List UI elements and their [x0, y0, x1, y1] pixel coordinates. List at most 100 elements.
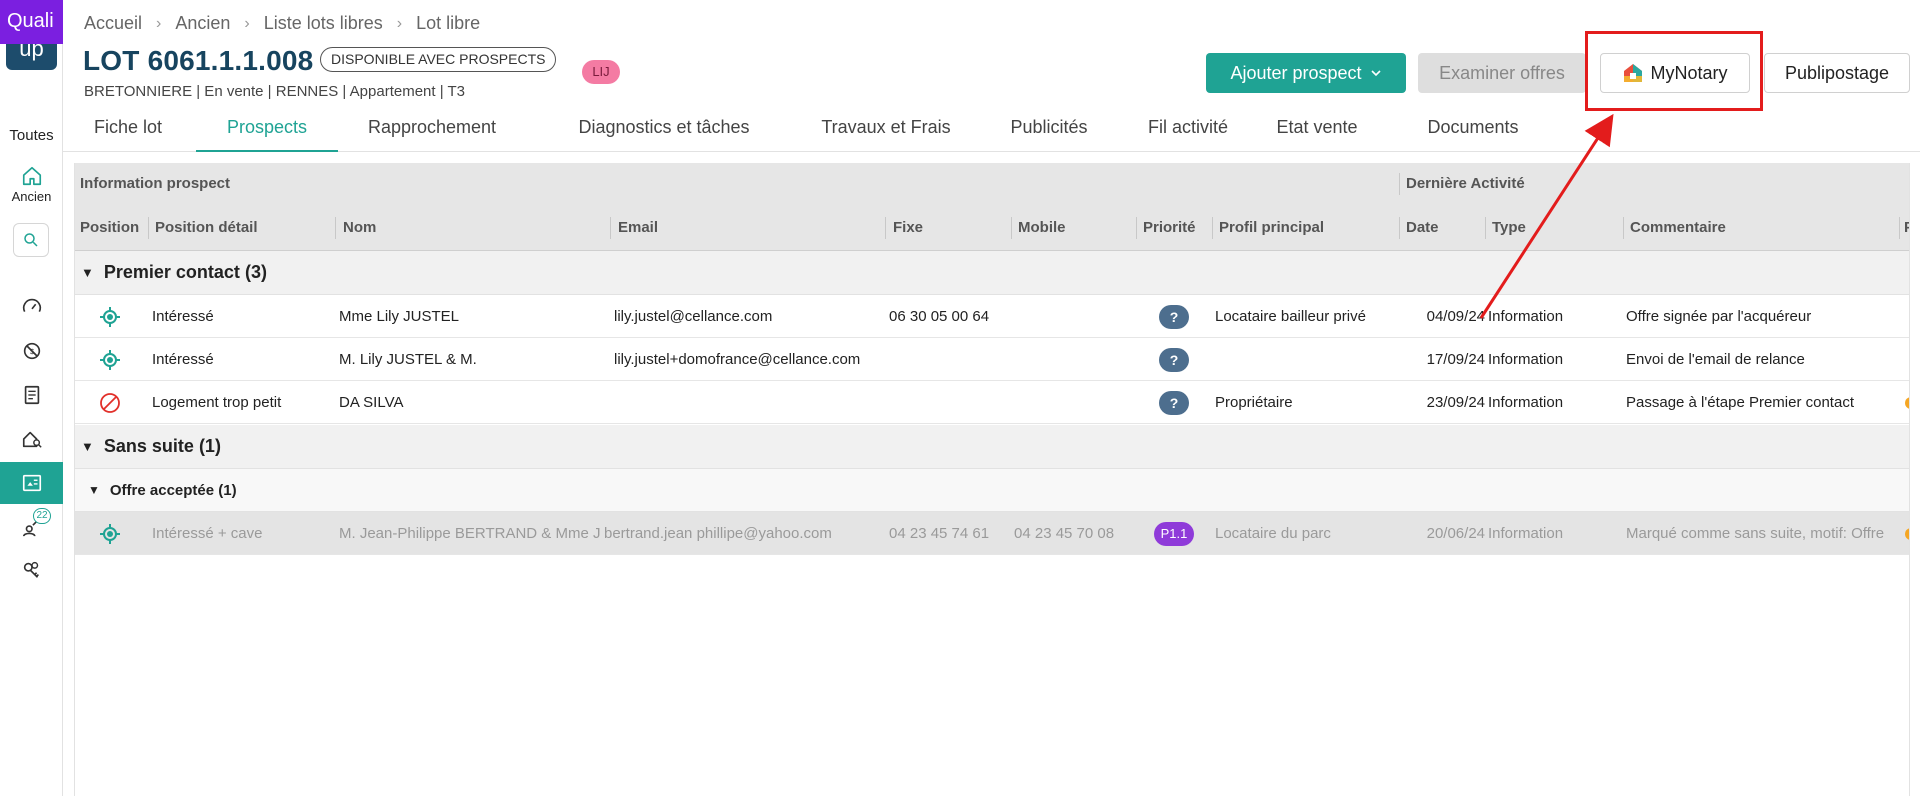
cell-type: Information — [1488, 525, 1564, 542]
annotation-highlight-box — [1585, 31, 1763, 111]
table-row[interactable]: Intéressé Mme Lily JUSTEL lily.justel@ce… — [75, 295, 1909, 338]
cell-date: 17/09/24 — [1426, 351, 1485, 368]
cell-detail: Logement trop petit — [152, 394, 282, 411]
house-search-icon — [22, 431, 42, 448]
subgroup-label: Offre acceptée (1) — [109, 481, 237, 499]
cell-type: Information — [1488, 351, 1564, 368]
column-divider — [1399, 217, 1400, 239]
tab-fil-activite[interactable]: Fil activité — [1123, 107, 1253, 152]
tab-diagnostics[interactable]: Diagnostics et tâches — [549, 107, 779, 152]
sidebar-search-button[interactable] — [13, 223, 49, 257]
cell-profil: Locataire bailleur privé — [1215, 308, 1366, 325]
column-divider — [1136, 217, 1137, 239]
tab-documents[interactable]: Documents — [1413, 107, 1533, 152]
cell-commentaire: Marqué comme sans suite, motif: Offre — [1626, 525, 1885, 542]
column-date[interactable]: Date — [1406, 219, 1439, 236]
group-label: Premier contact (3) — [103, 262, 267, 282]
cell-detail: Intéressé — [152, 351, 214, 368]
sidebar-works-count-badge: 22 — [33, 508, 51, 524]
tab-fiche-lot[interactable]: Fiche lot — [73, 107, 183, 152]
priority-badge: ? — [1159, 305, 1189, 329]
prospects-table: Information prospect Dernière Activité P… — [74, 163, 1910, 796]
chevron-right-icon: › — [396, 14, 403, 32]
header-group-activity: Dernière Activité — [1406, 175, 1525, 192]
mailing-button[interactable]: Publipostage — [1764, 53, 1910, 93]
tab-publicites[interactable]: Publicités — [984, 107, 1114, 152]
target-icon — [100, 524, 120, 544]
sidebar-item-dashboard[interactable] — [0, 287, 63, 327]
cell-type: Information — [1488, 308, 1564, 325]
tab-travaux[interactable]: Travaux et Frais — [794, 107, 978, 152]
group-row-premier-contact[interactable]: ▼ Premier contact (3) — [75, 251, 1909, 295]
review-offers-button[interactable]: Examiner offres — [1418, 53, 1586, 93]
column-position-detail[interactable]: Position détail — [155, 219, 258, 236]
cell-commentaire: Passage à l'étape Premier contact — [1626, 394, 1854, 411]
forbidden-icon — [100, 393, 120, 413]
column-divider — [1011, 217, 1012, 239]
caret-down-icon[interactable]: ▼ — [88, 483, 100, 497]
breadcrumb-item-ancien[interactable]: Ancien — [175, 13, 230, 34]
column-divider — [1623, 217, 1624, 239]
building-card-icon — [22, 474, 41, 492]
sidebar-item-exclusions[interactable]: $ — [0, 331, 63, 371]
cell-email[interactable] — [614, 381, 882, 424]
column-divider — [148, 217, 149, 239]
column-divider — [610, 217, 611, 239]
lot-subtitle: BRETONNIERE | En vente | RENNES | Appart… — [84, 83, 466, 100]
cell-mobile: 04 23 45 70 08 — [1014, 525, 1115, 542]
column-commentaire[interactable]: Commentaire — [1630, 219, 1726, 236]
column-priorite[interactable]: Priorité — [1143, 219, 1196, 236]
column-profil[interactable]: Profil principal — [1219, 219, 1324, 236]
sidebar-item-works[interactable] — [0, 507, 63, 547]
chevron-down-icon — [1370, 70, 1381, 77]
cell-profil: Locataire du parc — [1215, 525, 1331, 542]
chevron-right-icon: › — [156, 14, 162, 32]
sidebar: Quali up Toutes Ancien $ 22 — [0, 0, 63, 796]
cell-nom: Mme Lily JUSTEL — [339, 308, 460, 325]
column-email[interactable]: Email — [618, 219, 658, 236]
column-mobile[interactable]: Mobile — [1018, 219, 1066, 236]
cell-detail: Intéressé + cave — [152, 525, 263, 542]
subgroup-row-offre-acceptee[interactable]: ▼ Offre acceptée (1) — [75, 469, 1909, 512]
cell-email[interactable]: bertrand.jean phillipe@yahoo.com — [604, 512, 884, 555]
cell-nom: M. Lily JUSTEL & M. — [339, 351, 477, 368]
column-fixe[interactable]: Fixe — [893, 219, 923, 236]
chevron-right-icon: › — [244, 14, 250, 32]
sidebar-item-lots[interactable] — [0, 462, 63, 504]
add-prospect-button[interactable]: Ajouter prospect — [1206, 53, 1406, 93]
column-type[interactable]: Type — [1492, 219, 1526, 236]
cell-email[interactable]: lily.justel+domofrance@cellance.com — [614, 338, 889, 381]
table-row[interactable]: Intéressé M. Lily JUSTEL & M. lily.juste… — [75, 338, 1909, 381]
no-tag-icon: $ — [23, 342, 40, 360]
tab-rapprochement[interactable]: Rapprochement — [352, 107, 512, 152]
tab-etat-vente[interactable]: Etat vente — [1257, 107, 1377, 152]
app-logo[interactable]: Quali up — [0, 0, 63, 72]
scope-selector[interactable]: Toutes — [0, 127, 63, 144]
logo-up-text: up — [6, 44, 57, 70]
breadcrumb-item-accueil[interactable]: Accueil — [84, 13, 142, 34]
sidebar-item-tasks[interactable] — [0, 375, 63, 415]
column-position[interactable]: Position — [80, 219, 139, 236]
cell-email[interactable]: lily.justel@cellance.com — [614, 295, 882, 338]
cell-type: Information — [1488, 394, 1564, 411]
breadcrumb-item-liste-lots[interactable]: Liste lots libres — [264, 13, 383, 34]
group-row-sans-suite[interactable]: ▼ Sans suite (1) — [75, 425, 1909, 469]
column-divider — [1485, 217, 1486, 239]
sidebar-item-housing-search[interactable] — [0, 419, 63, 459]
header-group-prospect: Information prospect — [80, 175, 231, 192]
cell-fixe — [889, 338, 1009, 381]
caret-down-icon[interactable]: ▼ — [81, 439, 94, 454]
cell-mobile — [1014, 381, 1134, 424]
target-icon — [100, 350, 120, 370]
column-p[interactable]: P — [1904, 219, 1909, 236]
column-divider — [335, 217, 336, 239]
caret-down-icon[interactable]: ▼ — [81, 265, 94, 280]
table-row[interactable]: Logement trop petit DA SILVA ? Propriéta… — [75, 381, 1909, 424]
search-icon — [24, 233, 38, 247]
logo-quali-text: Quali — [0, 0, 63, 44]
sidebar-item-keys[interactable] — [0, 550, 63, 590]
column-nom[interactable]: Nom — [343, 219, 376, 236]
add-prospect-label: Ajouter prospect — [1230, 62, 1362, 83]
tab-prospects[interactable]: Prospects — [196, 107, 338, 152]
table-row[interactable]: Intéressé + cave M. Jean-Philippe BERTRA… — [75, 512, 1909, 555]
